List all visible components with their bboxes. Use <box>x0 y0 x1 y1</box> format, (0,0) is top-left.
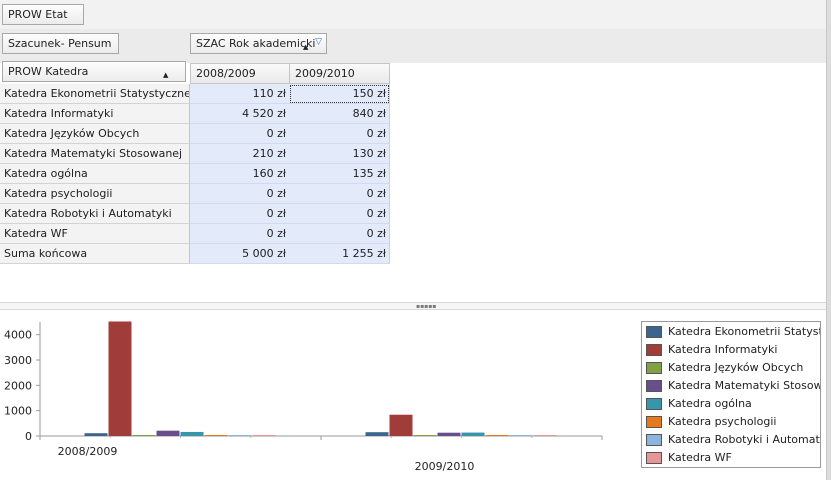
row-header[interactable]: Katedra Ekonometrii Statystycznej <box>0 84 190 104</box>
column-field-label: SZAC Rok akademicki <box>196 37 316 50</box>
legend-label: Katedra ogólna <box>668 397 752 410</box>
legend-swatch <box>646 398 662 410</box>
y-tick-label: 2000 <box>4 379 32 392</box>
table-row: Katedra Języków Obcych 0 zł 0 zł <box>0 124 390 144</box>
legend-label: Katedra Ekonometrii Statystycznej <box>668 325 820 338</box>
legend-swatch <box>646 380 662 392</box>
legend-label: Katedra Robotyki i Automatyki <box>668 433 821 446</box>
legend-label: Katedra psychologii <box>668 415 777 428</box>
total-cell[interactable]: 5 000 zł <box>190 244 290 264</box>
filter-icon[interactable]: ▽ <box>315 33 322 52</box>
row-header[interactable]: Katedra Robotyki i Automatyki <box>0 204 190 224</box>
bar <box>461 432 485 436</box>
legend-label: Katedra Matematyki Stosowanej <box>668 379 820 392</box>
row-header[interactable]: Suma końcowa <box>0 244 190 264</box>
total-cell[interactable]: 1 255 zł <box>289 244 390 264</box>
data-cell[interactable]: 0 zł <box>289 124 390 144</box>
sort-up-icon[interactable]: ▲ <box>163 66 168 85</box>
filter-field-button[interactable]: PROW Etat <box>2 4 84 25</box>
table-row: Katedra Robotyki i Automatyki 0 zł 0 zł <box>0 204 390 224</box>
legend-label: Katedra Języków Obcych <box>668 361 804 374</box>
table-row: Katedra WF 0 zł 0 zł <box>0 224 390 244</box>
data-cell[interactable]: 0 zł <box>289 224 390 244</box>
bar <box>156 430 180 436</box>
legend-swatch <box>646 326 662 338</box>
scrollbar-edge <box>826 0 831 480</box>
x-tick-label: 2008/2009 <box>58 445 118 458</box>
bar <box>509 435 533 436</box>
bar <box>84 433 108 436</box>
bar <box>533 435 557 436</box>
data-cell[interactable]: 0 zł <box>289 204 390 224</box>
column-field-button[interactable]: SZAC Rok akademicki ▲ ▽ <box>190 33 327 54</box>
bar <box>389 414 413 436</box>
bar-chart: 0 1000 2000 3000 4000 2008/2009 2009/2010 <box>4 321 603 473</box>
row-header[interactable]: Katedra WF <box>0 224 190 244</box>
table-row: Katedra psychologii 0 zł 0 zł <box>0 184 390 204</box>
data-cell[interactable]: 4 520 zł <box>190 104 290 124</box>
data-column-area <box>0 29 831 63</box>
total-row: Suma końcowa 5 000 zł 1 255 zł <box>0 244 390 264</box>
row-field-button[interactable]: PROW Katedra ▲ <box>2 61 186 82</box>
data-cell[interactable]: 840 zł <box>289 104 390 124</box>
bar <box>365 432 389 436</box>
row-header[interactable]: Katedra Matematyki Stosowanej <box>0 144 190 164</box>
row-header[interactable]: Katedra Informatyki <box>0 104 190 124</box>
data-cell[interactable]: 210 zł <box>190 144 290 164</box>
y-tick-label: 3000 <box>4 354 32 367</box>
row-header[interactable]: Katedra psychologii <box>0 184 190 204</box>
legend-swatch <box>646 362 662 374</box>
data-cell[interactable]: 0 zł <box>190 224 290 244</box>
table-row: Katedra Matematyki Stosowanej 210 zł 130 z… <box>0 144 390 164</box>
filter-field-label: PROW Etat <box>8 8 68 21</box>
row-header[interactable]: Katedra ogólna <box>0 164 190 184</box>
data-cell[interactable]: 0 zł <box>289 184 390 204</box>
data-field-button[interactable]: Szacunek- Pensum <box>2 33 119 54</box>
legend-swatch <box>646 344 662 356</box>
legend-swatch <box>646 452 662 464</box>
bar <box>413 435 437 436</box>
data-cell[interactable]: 110 zł <box>190 84 290 104</box>
table-row: Katedra Ekonometrii Statystycznej 110 zł 1… <box>0 84 390 104</box>
row-header[interactable]: Katedra Języków Obcych <box>0 124 190 144</box>
table-row: Katedra Informatyki 4 520 zł 840 zł <box>0 104 390 124</box>
y-tick-label: 0 <box>25 430 32 443</box>
data-cell[interactable]: 160 zł <box>190 164 290 184</box>
bar <box>204 435 228 436</box>
bar <box>180 431 204 436</box>
bar <box>252 435 276 436</box>
bar <box>485 435 509 436</box>
filter-area <box>0 0 831 30</box>
y-tick-label: 4000 <box>4 329 32 342</box>
row-field-label: PROW Katedra <box>8 65 89 78</box>
bar <box>108 321 132 436</box>
data-cell[interactable]: 150 zł <box>289 84 390 104</box>
data-field-label: Szacunek- Pensum <box>8 37 112 50</box>
data-cell[interactable]: 0 zł <box>190 184 290 204</box>
legend-swatch <box>646 434 662 446</box>
legend-swatch <box>646 416 662 428</box>
column-header-2009-2010[interactable]: 2009/2010 <box>289 63 390 84</box>
column-header-2008-2009[interactable]: 2008/2009 <box>190 63 290 84</box>
x-tick-label: 2009/2010 <box>415 460 475 473</box>
data-cell[interactable]: 130 zł <box>289 144 390 164</box>
grip-icon: ▪▪▪▪▪ <box>416 303 437 310</box>
bar <box>132 435 156 436</box>
data-cell[interactable]: 0 zł <box>190 204 290 224</box>
legend-label: Katedra WF <box>668 451 732 464</box>
chart-legend: Katedra Ekonometrii Statystycznej Katedra… <box>641 321 821 468</box>
legend-label: Katedra Informatyki <box>668 343 778 356</box>
bar <box>437 432 461 436</box>
splitter[interactable]: ▪▪▪▪▪ <box>0 302 831 310</box>
data-cell[interactable]: 0 zł <box>190 124 290 144</box>
column-header-label: 2008/2009 <box>196 67 256 80</box>
sort-up-icon[interactable]: ▲ <box>303 38 308 57</box>
data-cell[interactable]: 135 zł <box>289 164 390 184</box>
y-tick-label: 1000 <box>4 405 32 418</box>
table-row: Katedra ogólna 160 zł 135 zł <box>0 164 390 184</box>
column-header-label: 2009/2010 <box>295 67 355 80</box>
bar <box>228 435 252 436</box>
